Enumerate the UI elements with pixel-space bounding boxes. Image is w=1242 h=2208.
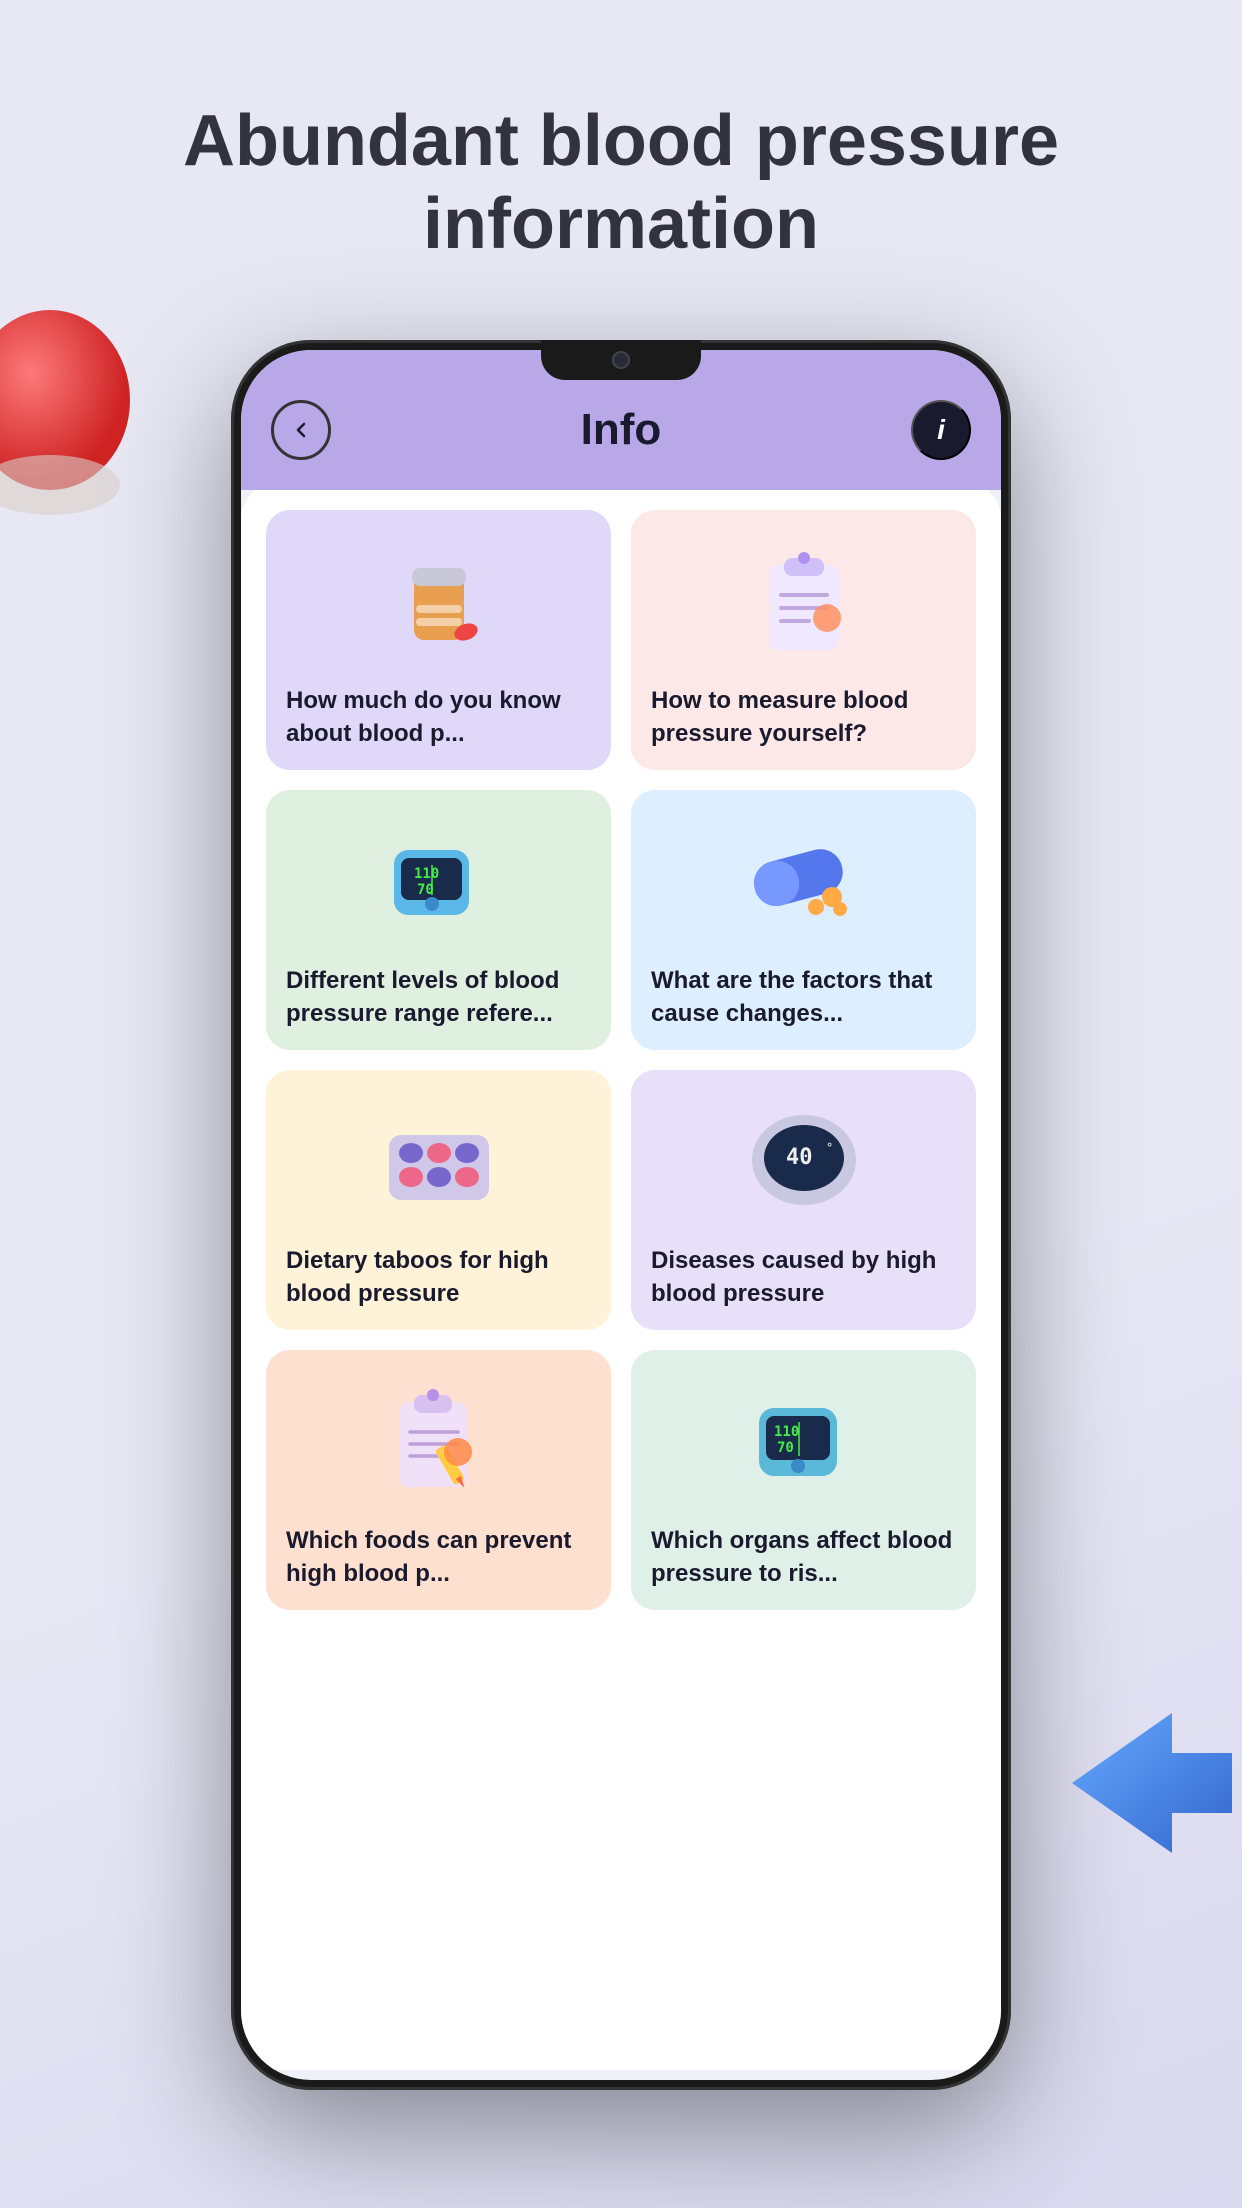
svg-text:70: 70 [777, 1440, 794, 1456]
card-label: Diseases caused by high blood pressure [651, 1245, 956, 1310]
decorative-red-shape [0, 300, 140, 525]
page-title: Abundant blood pressure information [0, 100, 1242, 266]
svg-text:110: 110 [774, 1424, 799, 1440]
phone-notch [541, 340, 701, 380]
svg-text:40: 40 [786, 1145, 813, 1170]
info-button[interactable]: i [911, 400, 971, 460]
svg-text:°: ° [826, 1141, 833, 1155]
header-title: Info [581, 405, 662, 455]
card-bp-levels[interactable]: 110 70 Different levels of blood pressur… [266, 790, 611, 1050]
card-label: Dietary taboos for high blood pressure [286, 1245, 591, 1310]
card-measure-blood-pressure[interactable]: How to measure blood pressure yourself? [631, 510, 976, 770]
card-organs-affect[interactable]: 110 70 Which organs affect blood pressur… [631, 1350, 976, 1610]
card-illustration [286, 1090, 591, 1230]
card-label: How much do you know about blood p... [286, 685, 591, 750]
phone-frame: Info i [231, 340, 1011, 2090]
card-illustration [651, 810, 956, 950]
card-grid: How much do you know about blood p... [266, 510, 976, 1610]
card-label: Different levels of blood pressure range… [286, 965, 591, 1030]
card-dietary-taboos[interactable]: Dietary taboos for high blood pressure [266, 1070, 611, 1330]
svg-text:110: 110 [414, 866, 439, 882]
card-diseases[interactable]: 40 ° Diseases caused by high blood press… [631, 1070, 976, 1330]
card-illustration: 110 70 [286, 810, 591, 950]
back-button[interactable] [271, 400, 331, 460]
card-factors[interactable]: What are the factors that cause changes.… [631, 790, 976, 1050]
card-blood-pressure-basics[interactable]: How much do you know about blood p... [266, 510, 611, 770]
card-illustration [286, 530, 591, 670]
phone-screen: Info i [241, 350, 1001, 2080]
card-label: How to measure blood pressure yourself? [651, 685, 956, 750]
card-foods-prevent[interactable]: Which foods can prevent high blood p... [266, 1350, 611, 1610]
app-content: How much do you know about blood p... [241, 480, 1001, 2070]
card-label: Which organs affect blood pressure to ri… [651, 1525, 956, 1590]
card-illustration [651, 530, 956, 670]
card-label: What are the factors that cause changes.… [651, 965, 956, 1030]
card-illustration: 40 ° [651, 1090, 956, 1230]
card-label: Which foods can prevent high blood p... [286, 1525, 591, 1590]
card-illustration: 110 70 [651, 1370, 956, 1510]
decorative-blue-arrow [1072, 1713, 1232, 1858]
card-illustration [286, 1370, 591, 1510]
camera [612, 351, 630, 369]
